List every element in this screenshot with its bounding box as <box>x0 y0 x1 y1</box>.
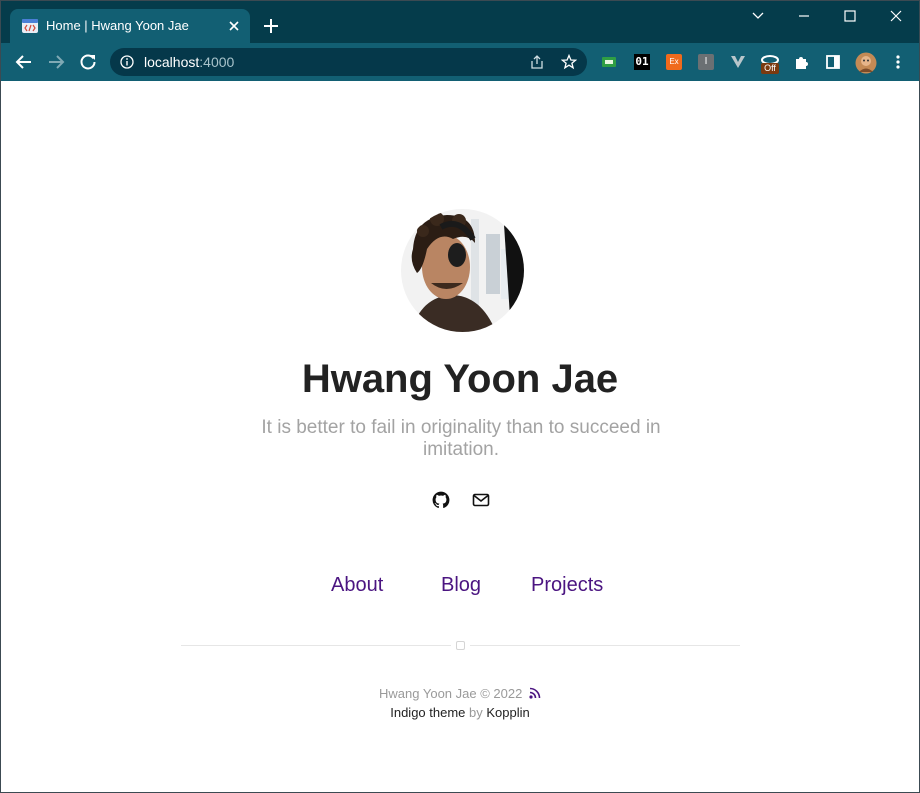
maximize-button[interactable] <box>827 1 873 31</box>
theme-link[interactable]: Indigo theme <box>390 705 465 720</box>
close-window-button[interactable] <box>873 1 919 31</box>
orange-box-icon[interactable]: Ex <box>666 54 682 70</box>
tab-strip: Home | Hwang Yoon Jae <box>1 1 919 43</box>
binary-icon[interactable]: 01 <box>634 54 650 70</box>
page-title: Hwang Yoon Jae <box>301 357 619 401</box>
new-tab-icon[interactable] <box>263 18 279 34</box>
green-card-icon[interactable] <box>601 54 617 70</box>
puzzle-icon[interactable] <box>793 54 809 70</box>
tagline: It is better to fail in originality than… <box>261 417 661 460</box>
rss-icon[interactable] <box>529 687 541 699</box>
back-icon[interactable] <box>14 52 34 72</box>
v-icon[interactable] <box>730 54 746 70</box>
mail-icon[interactable] <box>472 491 490 509</box>
tab-close-icon[interactable] <box>226 18 242 34</box>
nav-link-about[interactable]: About <box>331 574 383 597</box>
footer-copyright: Hwang Yoon Jae © 2022 <box>379 686 523 701</box>
divider-ornament <box>456 641 465 650</box>
gray-box-icon[interactable]: I <box>698 54 714 70</box>
forward-icon[interactable] <box>46 52 66 72</box>
share-icon[interactable] <box>529 54 545 70</box>
profile-photo <box>401 209 524 332</box>
github-icon[interactable] <box>432 491 450 509</box>
info-icon[interactable] <box>120 55 134 69</box>
address-bar[interactable]: localhost:4000 <box>110 48 587 76</box>
sidepanel-icon[interactable] <box>825 54 841 70</box>
divider-left <box>181 645 451 646</box>
tab-title: Home | Hwang Yoon Jae <box>46 18 189 33</box>
minimize-button[interactable] <box>781 1 827 31</box>
maximize-icon <box>844 10 856 22</box>
footer-credit-line: Indigo theme by Kopplin <box>1 705 919 720</box>
profile-avatar-icon[interactable] <box>855 52 877 74</box>
minimize-icon <box>799 15 809 17</box>
author-link[interactable]: Kopplin <box>486 705 529 720</box>
chevron-down-icon <box>752 12 764 19</box>
off-badge-label: Off <box>761 63 779 74</box>
nav-link-projects[interactable]: Projects <box>531 574 603 597</box>
url-text[interactable]: localhost:4000 <box>144 54 234 70</box>
off-badge-icon[interactable]: Off <box>760 52 780 74</box>
code-favicon-icon <box>22 19 38 33</box>
kebab-menu-icon[interactable] <box>890 54 906 70</box>
browser-toolbar: localhost:4000 01 Ex I Off <box>1 43 919 81</box>
tab-home[interactable]: Home | Hwang Yoon Jae <box>10 9 250 43</box>
browser-window: Home | Hwang Yoon Jae localhost:4000 01 … <box>0 0 920 793</box>
divider-right <box>470 645 740 646</box>
reload-icon[interactable] <box>78 52 98 72</box>
tab-search-button[interactable] <box>735 1 781 31</box>
star-icon[interactable] <box>561 54 577 70</box>
url-port: :4000 <box>199 54 235 70</box>
url-host: localhost <box>144 54 200 70</box>
close-icon <box>890 10 902 22</box>
footer-copyright-line: Hwang Yoon Jae © 2022 <box>1 686 919 701</box>
nav-link-blog[interactable]: Blog <box>441 574 481 597</box>
page-viewport: Hwang Yoon Jae It is better to fail in o… <box>1 81 919 792</box>
footer-by: by <box>469 705 483 720</box>
